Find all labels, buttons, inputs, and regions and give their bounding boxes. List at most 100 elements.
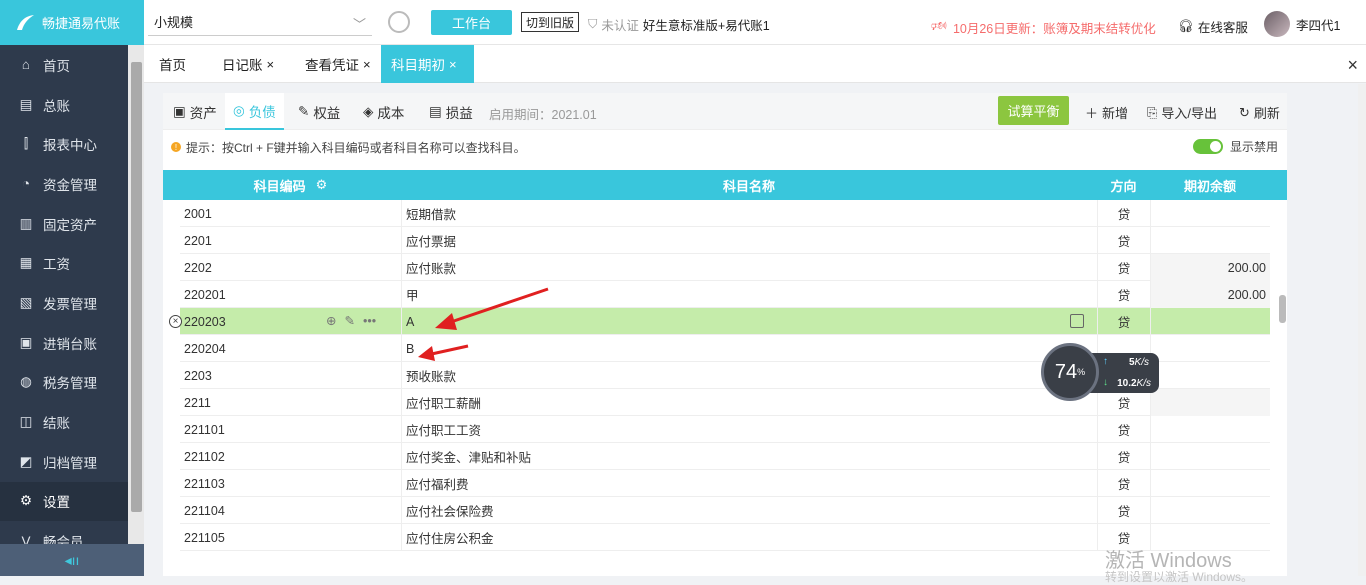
company-switch-icon[interactable] xyxy=(388,11,410,33)
close-account-icon: ◫ xyxy=(19,414,33,430)
opening-balance[interactable] xyxy=(1150,200,1270,227)
opening-balance[interactable] xyxy=(1150,362,1270,389)
chevron-down-icon: ﹀ xyxy=(352,17,366,32)
remove-row-icon[interactable]: × xyxy=(169,315,182,328)
sidebar-item-10[interactable]: ◩ 归档管理 xyxy=(0,442,128,482)
opening-balance[interactable] xyxy=(1150,470,1270,497)
online-service-link[interactable]: 🎧︎ 在线客服 xyxy=(1178,17,1248,36)
tip-text: 提示：按Ctrl + F键并输入科目编码或者科目名称可以查找科目。 xyxy=(186,140,526,155)
opening-balance[interactable] xyxy=(1150,227,1270,254)
sidebar-item-label: 进销台账 xyxy=(43,336,97,352)
account-code: 2203 xyxy=(184,368,212,383)
table-row[interactable]: 2201 应付票据贷 xyxy=(180,227,1270,254)
table-row[interactable]: 2202 应付账款贷 200.00 xyxy=(180,254,1270,281)
money-icon: ◔ xyxy=(21,176,31,192)
tab-home[interactable]: 首页 xyxy=(159,45,186,83)
table-row[interactable]: 221104 应付社会保险费贷 xyxy=(180,497,1270,524)
table-row[interactable]: 220201 甲贷 200.00 xyxy=(180,281,1270,308)
sidebar-item-0[interactable]: ⌂ 首页 xyxy=(0,45,128,85)
close-icon[interactable]: × xyxy=(449,57,457,72)
table-row[interactable]: 221103 应付福利费贷 xyxy=(180,470,1270,497)
opening-balance[interactable]: 200.00 xyxy=(1150,281,1270,308)
tab-opening-balance[interactable]: 科目期初 × xyxy=(381,45,474,83)
sidebar-item-8[interactable]: ◍ 税务管理 xyxy=(0,363,128,403)
sidebar-item-4[interactable]: ▥ 固定资产 xyxy=(0,204,128,244)
tab-assets[interactable]: ▣ 资产 xyxy=(165,93,225,130)
update-notice[interactable]: 🕬 10月26日更新：账簿及期末结转优化 xyxy=(931,17,1156,38)
refresh-button[interactable]: ↻ 刷新 xyxy=(1239,103,1280,122)
gear-icon: ⚙ xyxy=(19,493,33,509)
sidebar-item-11[interactable]: ⚙ 设置 xyxy=(0,481,128,522)
tab-journal[interactable]: 日记账 × xyxy=(222,45,274,83)
opening-balance[interactable] xyxy=(1150,389,1270,416)
account-name: B xyxy=(401,335,1098,362)
tab-cost[interactable]: ◈ 成本 xyxy=(355,93,412,130)
trial-balance-button[interactable]: 试算平衡 xyxy=(998,96,1069,125)
main-scrollbar[interactable] xyxy=(1358,84,1366,576)
opening-balance[interactable] xyxy=(1150,443,1270,470)
tab-equity[interactable]: ✎ 权益 xyxy=(290,93,348,130)
table-row[interactable]: 2001 短期借款贷 xyxy=(180,200,1270,227)
home-icon: ⌂ xyxy=(21,57,31,73)
taxpayer-type-select[interactable]: 小规模 ﹀ xyxy=(148,8,372,36)
copy-icon[interactable] xyxy=(1070,314,1084,328)
company-info: ⛉ 未认证 好生意标准版+易代账1 xyxy=(588,15,770,34)
opening-balance[interactable] xyxy=(1150,335,1270,362)
opening-balance[interactable] xyxy=(1150,497,1270,524)
sidebar-item-7[interactable]: ▣ 进销台账 xyxy=(0,323,128,363)
add-button[interactable]: ＋新增 xyxy=(1085,103,1128,122)
asset-icon: ▥ xyxy=(19,215,33,231)
subtab-label: 成本 xyxy=(377,105,405,121)
table-row[interactable]: 220203 A 贷 × ⊕ ✎ ••• xyxy=(169,308,1270,335)
sidebar-item-2[interactable]: ⫿ 报表中心 xyxy=(0,124,128,164)
account-name: 应付奖金、津贴和补贴 xyxy=(401,443,1098,470)
close-icon[interactable]: × xyxy=(267,57,275,72)
app-logo[interactable]: 畅捷通易代账 xyxy=(0,0,144,45)
close-all-tabs-icon[interactable]: × xyxy=(1347,55,1358,76)
opening-balance[interactable] xyxy=(1150,308,1270,335)
ledger-icon: ▤ xyxy=(19,96,33,112)
tab-profit-loss[interactable]: ▤ 损益 xyxy=(421,93,481,130)
account-code: 221103 xyxy=(184,476,225,491)
tab-liabilities[interactable]: ◎ 负债 xyxy=(225,93,284,130)
collapse-icon: ◂ıı xyxy=(64,551,80,568)
start-period: 启用期间：2021.01 xyxy=(489,108,597,122)
layers-icon: ◈ xyxy=(363,103,374,119)
sidebar-scroll-thumb[interactable] xyxy=(131,62,142,512)
sidebar-item-6[interactable]: ▧ 发票管理 xyxy=(0,283,128,323)
download-icon: ↓ xyxy=(1103,377,1108,388)
account-name: A xyxy=(401,308,1098,335)
sidebar-item-1[interactable]: ▤ 总账 xyxy=(0,85,128,125)
network-speed-widget[interactable]: ↑ 5K/s ↓ 10.2K/s 74% xyxy=(1041,343,1159,401)
user-menu[interactable]: 李四代1 xyxy=(1264,11,1340,37)
sidebar-item-5[interactable]: ▦ 工资 xyxy=(0,243,128,283)
table-scroll-thumb[interactable] xyxy=(1279,295,1286,323)
import-export-button[interactable]: ⎘ 导入/导出 xyxy=(1147,103,1217,122)
workbench-button[interactable]: 工作台 xyxy=(431,10,512,35)
download-speed: 10.2K/s xyxy=(1117,378,1151,389)
sidebar-item-3[interactable]: ◔ 资金管理 xyxy=(0,164,128,204)
add-sub-account-icon[interactable]: ⊕ xyxy=(326,313,336,328)
tab-view-voucher[interactable]: 查看凭证 × xyxy=(305,45,371,83)
sidebar-item-9[interactable]: ◫ 结账 xyxy=(0,402,128,442)
profit-loss-icon: ▤ xyxy=(429,103,442,119)
account-code: 2201 xyxy=(184,233,212,248)
account-name: 甲 xyxy=(401,281,1098,308)
table-row[interactable]: 221102 应付奖金、津贴和补贴贷 xyxy=(180,443,1270,470)
show-disabled-toggle[interactable]: 显示禁用 xyxy=(1192,138,1278,155)
edit-icon[interactable]: ✎ xyxy=(344,313,354,328)
opening-balance[interactable]: 200.00 xyxy=(1150,254,1270,281)
close-icon[interactable]: × xyxy=(363,57,371,72)
gear-icon[interactable]: ⚙ xyxy=(316,177,328,193)
table-row[interactable]: 221101 应付职工工资贷 xyxy=(180,416,1270,443)
company-name: 好生意标准版+易代账1 xyxy=(642,19,770,33)
opening-balance[interactable] xyxy=(1150,416,1270,443)
more-icon[interactable]: ••• xyxy=(363,314,376,328)
switch-old-version-button[interactable]: 切到旧版 xyxy=(521,12,580,32)
collapse-sidebar-button[interactable]: ◂ıı xyxy=(0,544,144,576)
subtab-label: 资产 xyxy=(189,105,217,121)
account-code: 2202 xyxy=(184,260,212,275)
auth-status[interactable]: 未认证 xyxy=(601,15,639,34)
toggle-switch[interactable] xyxy=(1192,139,1223,154)
plus-icon: ＋ xyxy=(1085,106,1099,121)
